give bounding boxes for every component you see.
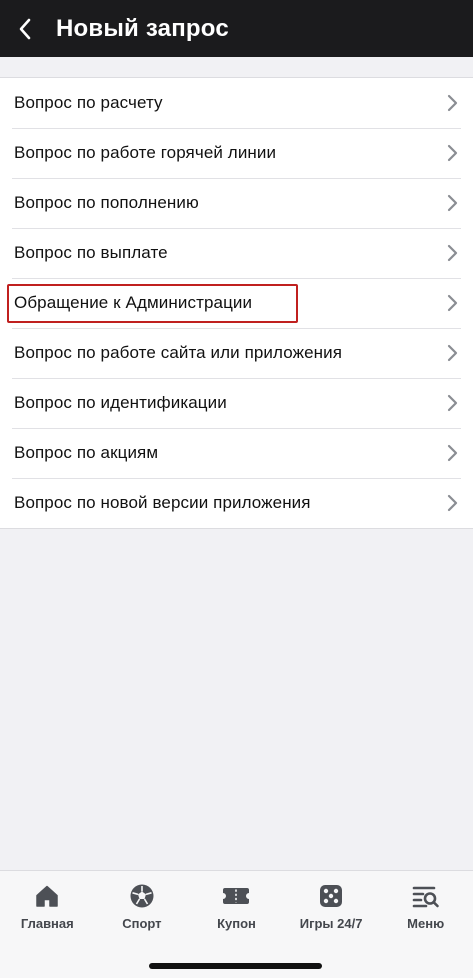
list-item-identification[interactable]: Вопрос по идентификации bbox=[0, 378, 473, 428]
chevron-left-icon bbox=[19, 18, 31, 39]
chevron-right-icon bbox=[447, 444, 458, 462]
tab-label: Игры 24/7 bbox=[299, 916, 363, 931]
chevron-right-icon bbox=[447, 244, 458, 262]
request-topic-list: Вопрос по расчету Вопрос по работе горяч… bbox=[0, 77, 473, 529]
list-item-label: Вопрос по новой версии приложения bbox=[14, 493, 311, 512]
list-item-administration[interactable]: Обращение к Администрации bbox=[0, 278, 473, 328]
tab-menu[interactable]: Меню bbox=[378, 871, 473, 941]
list-item-deposit[interactable]: Вопрос по пополнению bbox=[0, 178, 473, 228]
menu-search-icon bbox=[412, 886, 439, 908]
tab-sport[interactable]: Спорт bbox=[95, 871, 190, 941]
list-item-payout[interactable]: Вопрос по выплате bbox=[0, 228, 473, 278]
list-item-label: Вопрос по выплате bbox=[14, 243, 168, 262]
list-item-label: Обращение к Администрации bbox=[14, 293, 253, 312]
list-item-label: Вопрос по расчету bbox=[14, 93, 163, 112]
back-button[interactable] bbox=[2, 0, 48, 57]
top-app-bar: Новый запрос bbox=[0, 0, 473, 57]
tab-label: Главная bbox=[20, 916, 74, 931]
tab-games[interactable]: Игры 24/7 bbox=[284, 871, 379, 941]
tab-home[interactable]: Главная bbox=[0, 871, 95, 941]
tab-label: Спорт bbox=[122, 916, 162, 931]
list-item-label: Вопрос по работе горячей линии bbox=[14, 143, 277, 162]
chevron-right-icon bbox=[447, 294, 458, 312]
tab-label: Меню bbox=[407, 916, 445, 931]
chevron-right-icon bbox=[447, 494, 458, 512]
coupon-ticket-icon bbox=[223, 888, 250, 904]
list-item-promotions[interactable]: Вопрос по акциям bbox=[0, 428, 473, 478]
home-icon bbox=[36, 885, 59, 907]
list-item-hotline[interactable]: Вопрос по работе горячей линии bbox=[0, 128, 473, 178]
chevron-right-icon bbox=[447, 94, 458, 112]
bottom-tab-bar: Главная Спорт Купон Игры 24/7 Меню bbox=[0, 870, 473, 978]
list-item-label: Вопрос по идентификации bbox=[14, 393, 227, 412]
soccer-ball-icon bbox=[130, 884, 154, 908]
chevron-right-icon bbox=[447, 344, 458, 362]
tab-label: Купон bbox=[217, 916, 256, 931]
list-item-new-app-version[interactable]: Вопрос по новой версии приложения bbox=[0, 478, 473, 528]
dice-icon bbox=[320, 885, 343, 907]
list-item-calculation[interactable]: Вопрос по расчету bbox=[0, 78, 473, 128]
chevron-right-icon bbox=[447, 394, 458, 412]
list-item-label: Вопрос по пополнению bbox=[14, 193, 199, 212]
page-title: Новый запрос bbox=[56, 14, 229, 42]
chevron-right-icon bbox=[447, 144, 458, 162]
list-item-label: Вопрос по акциям bbox=[14, 443, 159, 462]
list-item-label: Вопрос по работе сайта или приложения bbox=[14, 343, 343, 362]
chevron-right-icon bbox=[447, 194, 458, 212]
home-indicator bbox=[149, 963, 322, 969]
tab-coupon[interactable]: Купон bbox=[189, 871, 284, 941]
list-item-site-app[interactable]: Вопрос по работе сайта или приложения bbox=[0, 328, 473, 378]
